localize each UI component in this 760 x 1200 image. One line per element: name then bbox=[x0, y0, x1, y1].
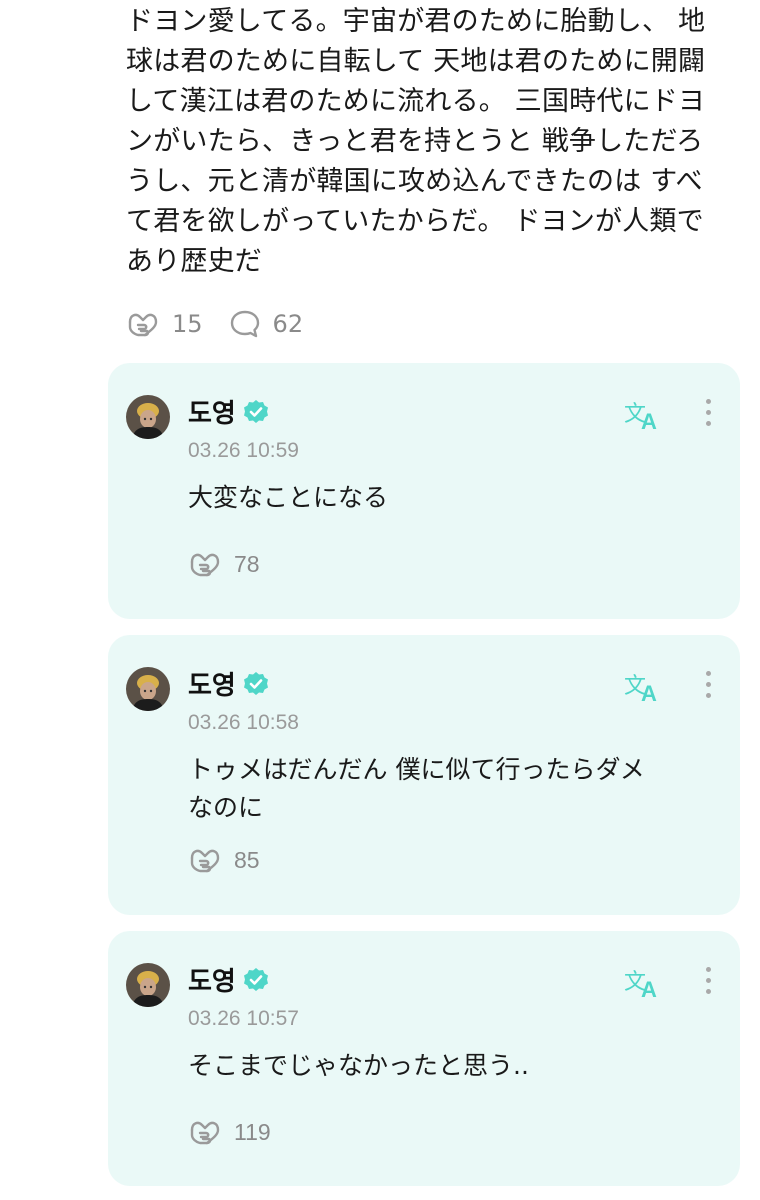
heart-hand-icon bbox=[128, 313, 158, 337]
verified-badge-icon bbox=[243, 399, 268, 423]
reply-timestamp: 03.26 10:59 bbox=[188, 439, 299, 462]
verified-badge-icon bbox=[243, 967, 268, 991]
heart-hand-icon bbox=[190, 849, 220, 873]
original-post: ドヨン愛してる。宇宙が君のために胎動し、 地 球は君のために自転して 天地は君の… bbox=[126, 0, 738, 342]
reply-card[interactable]: 도영 03.26 10:57 そこまでじゃなかったと思う.. 119 文 A bbox=[108, 931, 740, 1186]
reply-avatar-wrap bbox=[126, 395, 170, 439]
author-name[interactable]: 도영 bbox=[188, 665, 236, 702]
reply-timestamp: 03.26 10:58 bbox=[188, 711, 299, 734]
more-vertical-icon[interactable] bbox=[704, 671, 712, 703]
speech-bubble-icon bbox=[230, 310, 259, 338]
translate-icon: 文 A bbox=[624, 402, 657, 434]
translate-button[interactable]: 文 A bbox=[624, 397, 664, 435]
reply-text: 大変なことになる bbox=[188, 483, 389, 512]
reply-like-count: 85 bbox=[234, 846, 260, 873]
avatar[interactable] bbox=[126, 395, 170, 439]
translate-button[interactable]: 文 A bbox=[624, 669, 664, 707]
post-like-count: 15 bbox=[172, 310, 203, 338]
translate-icon: 文 A bbox=[624, 970, 657, 1002]
reply-timestamp: 03.26 10:57 bbox=[188, 1007, 299, 1030]
avatar[interactable] bbox=[126, 667, 170, 711]
verified-badge-icon bbox=[243, 671, 268, 695]
svg-text:A: A bbox=[641, 409, 657, 431]
post-text: ドヨン愛してる。宇宙が君のために胎動し、 地 球は君のために自転して 天地は君の… bbox=[126, 6, 706, 277]
post-like-button[interactable]: 15 bbox=[126, 309, 203, 339]
author-row: 도영 bbox=[188, 665, 270, 702]
reply-text: そこまでじゃなかったと思う.. bbox=[188, 1051, 529, 1080]
post-comment-count: 62 bbox=[272, 310, 304, 338]
reply-like-button[interactable]: 85 bbox=[188, 845, 260, 875]
reply-like-button[interactable]: 119 bbox=[188, 1117, 271, 1147]
reply-like-button[interactable]: 78 bbox=[188, 549, 260, 579]
more-vertical-icon[interactable] bbox=[704, 967, 712, 999]
avatar[interactable] bbox=[126, 963, 170, 1007]
author-name[interactable]: 도영 bbox=[188, 961, 236, 998]
translate-icon: 文 A bbox=[624, 674, 657, 706]
svg-text:A: A bbox=[641, 977, 657, 999]
heart-hand-icon bbox=[190, 1121, 220, 1145]
post-stats: 15 62 bbox=[126, 306, 738, 342]
reply-avatar-wrap bbox=[126, 963, 170, 1007]
reply-like-count: 119 bbox=[234, 1118, 271, 1145]
post-comment-button[interactable]: 62 bbox=[229, 309, 304, 339]
translate-button[interactable]: 文 A bbox=[624, 965, 664, 1003]
more-vertical-icon[interactable] bbox=[704, 399, 712, 431]
author-row: 도영 bbox=[188, 393, 270, 430]
thread-view: ドヨン愛してる。宇宙が君のために胎動し、 地 球は君のために自転して 天地は君の… bbox=[0, 0, 760, 1200]
heart-hand-icon bbox=[190, 553, 220, 577]
author-row: 도영 bbox=[188, 961, 270, 998]
reply-card[interactable]: 도영 03.26 10:59 大変なことになる 78 文 A bbox=[108, 363, 740, 619]
reply-text: トゥメはだんだん 僕に似て行ったらダメ なのに bbox=[188, 755, 645, 822]
author-name[interactable]: 도영 bbox=[188, 393, 236, 430]
reply-card[interactable]: 도영 03.26 10:58 トゥメはだんだん 僕に似て行ったらダメ なのに 8… bbox=[108, 635, 740, 915]
svg-text:A: A bbox=[641, 681, 657, 703]
reply-like-count: 78 bbox=[234, 550, 260, 577]
reply-avatar-wrap bbox=[126, 667, 170, 711]
